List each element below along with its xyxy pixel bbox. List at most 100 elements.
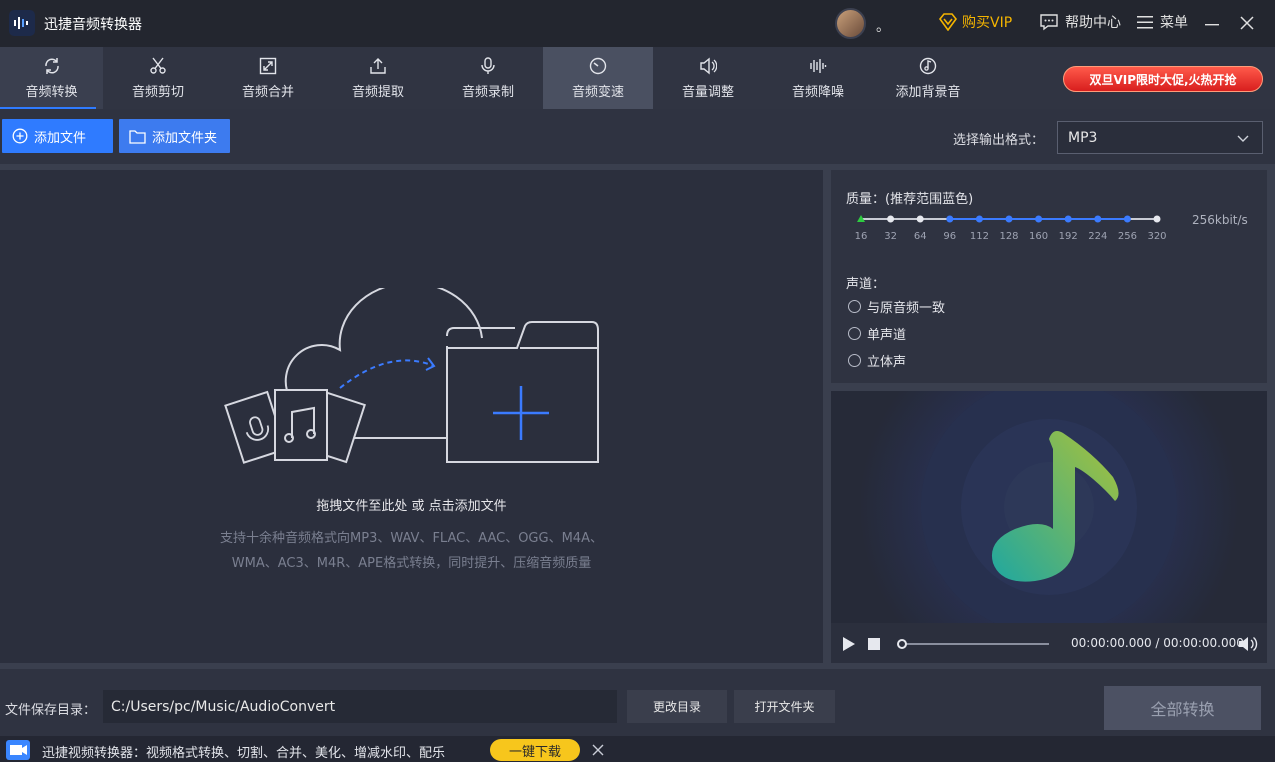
channel-option-mono[interactable]: 单声道	[848, 324, 906, 343]
radio-button[interactable]	[848, 300, 861, 313]
output-format-value: MP3	[1068, 129, 1098, 146]
help-chat-icon	[1040, 14, 1058, 31]
tab-volume-adjust[interactable]: 音量调整	[653, 47, 763, 109]
add-folder-button[interactable]: 添加文件夹	[119, 119, 230, 153]
tab-audio-speed[interactable]: 音频变速	[543, 47, 653, 109]
quality-tick-160[interactable]	[1035, 215, 1043, 223]
divider	[1267, 170, 1275, 663]
drop-zone-description: 支持十余种音频格式向MP3、WAV、FLAC、AAC、OGG、M4A、 WMA、…	[0, 526, 823, 576]
buy-vip-label: 购买VIP	[962, 15, 1013, 31]
tab-label: 音频录制	[461, 84, 514, 100]
hamburger-icon	[1137, 16, 1153, 29]
settings-panel: 质量：(推荐范围蓝色) 16 32 64 96 112 128 160 192 224 256 32…	[831, 170, 1267, 383]
add-folder-label: 添加文件夹	[152, 130, 218, 146]
quality-tick-label: 160	[1029, 231, 1048, 242]
quality-tick-label: 192	[1059, 231, 1078, 242]
help-center-button[interactable]: 帮助中心	[1039, 12, 1121, 32]
folder-icon	[129, 129, 146, 144]
app-title: 迅捷音频转换器	[44, 17, 142, 33]
menu-label: 菜单	[1160, 15, 1188, 31]
tab-audio-denoise[interactable]: 音频降噪	[763, 47, 873, 109]
save-directory-input[interactable]: C:/Users/pc/Music/AudioConvert	[103, 690, 617, 723]
scissors-icon	[150, 57, 166, 74]
quality-tick-label: 16	[855, 231, 868, 242]
quality-tick-128[interactable]	[1005, 215, 1013, 223]
quality-value: 256kbit/s	[1192, 213, 1248, 227]
tab-audio-cut[interactable]: 音频剪切	[103, 47, 213, 109]
volume-icon[interactable]	[1238, 635, 1258, 653]
file-drop-zone[interactable]: 拖拽文件至此处 或 点击添加文件 支持十余种音频格式向MP3、WAV、FLAC、…	[0, 170, 823, 663]
drop-zone-title: 拖拽文件至此处 或 点击添加文件	[316, 499, 507, 514]
radio-button[interactable]	[848, 327, 861, 340]
ad-text: 迅捷视频转换器：视频格式转换、切割、合并、美化、增减水印、配乐	[42, 746, 446, 761]
quality-tick-64[interactable]	[916, 215, 924, 223]
drop-zone-desc-line1: 支持十余种音频格式向MP3、WAV、FLAC、AAC、OGG、M4A、	[220, 531, 603, 546]
quality-tick-320[interactable]	[1153, 215, 1161, 223]
tab-add-background-music[interactable]: 添加背景音	[873, 47, 983, 109]
merge-icon	[259, 57, 277, 74]
stop-icon[interactable]	[868, 638, 880, 650]
tab-label: 添加背景音	[895, 84, 961, 100]
close-icon	[1240, 16, 1254, 30]
quality-tick-label: 128	[999, 231, 1018, 242]
channel-option-stereo[interactable]: 立体声	[848, 351, 906, 370]
help-center-label: 帮助中心	[1065, 15, 1121, 31]
output-format-select[interactable]: MP3	[1057, 121, 1263, 154]
radio-button[interactable]	[848, 354, 861, 367]
promo-text: 双旦VIP限时大促,火热开抢	[1089, 72, 1237, 87]
minimize-button[interactable]	[1201, 12, 1223, 34]
quality-tick-224[interactable]	[1094, 215, 1102, 223]
tab-label: 音频提取	[351, 84, 404, 100]
divider	[831, 383, 1267, 391]
tab-audio-convert[interactable]: 音频转换	[0, 47, 103, 109]
output-format-label: 选择输出格式：	[953, 133, 1045, 148]
channel-option-label: 与原音频一致	[867, 301, 946, 316]
convert-all-button[interactable]: 全部转换	[1104, 686, 1261, 730]
quality-tick-32[interactable]	[887, 215, 895, 223]
quality-tick-112[interactable]	[975, 215, 983, 223]
drop-zone-desc-line2: WMA、AC3、M4R、APE格式转换，同时提升、压缩音频质量	[231, 556, 592, 571]
buy-vip-button[interactable]: 购买VIP	[938, 12, 1012, 32]
ad-bar: 迅捷视频转换器：视频格式转换、切割、合并、美化、增减水印、配乐 一键下载	[0, 736, 1275, 762]
output-settings-bar: 文件保存目录： C:/Users/pc/Music/AudioConvert 更…	[0, 663, 1275, 736]
channel-option-original[interactable]: 与原音频一致	[848, 297, 945, 316]
change-directory-button[interactable]: 更改目录	[627, 690, 727, 723]
one-click-download-button[interactable]: 一键下载	[490, 739, 580, 761]
playback-time: 00:00:00.000 / 00:00:00.000	[1071, 636, 1244, 650]
quality-tick-label: 64	[914, 231, 927, 242]
music-disc-icon	[919, 57, 937, 74]
menu-button[interactable]: 菜单	[1136, 12, 1188, 32]
cloud-folder-illustration	[224, 288, 599, 464]
tab-label: 音频剪切	[131, 84, 184, 100]
vip-diamond-icon	[938, 13, 958, 31]
tab-audio-record[interactable]: 音频录制	[433, 47, 543, 109]
playback-progress-thumb[interactable]	[897, 639, 907, 649]
tab-label: 音频转换	[25, 84, 78, 100]
channel-option-label: 立体声	[867, 355, 907, 370]
play-icon[interactable]	[842, 636, 856, 652]
quality-tick-192[interactable]	[1064, 215, 1072, 223]
extract-icon	[370, 57, 386, 74]
music-note-artwork	[859, 391, 1239, 623]
tab-audio-merge[interactable]: 音频合并	[213, 47, 323, 109]
promo-banner[interactable]: 双旦VIP限时大促,火热开抢	[1063, 66, 1263, 92]
quality-slider[interactable]: 16 32 64 96 112 128 160 192 224 256 320	[851, 210, 1171, 244]
title-bar: 迅捷音频转换器 。 购买VIP 帮助中心 菜单	[0, 0, 1275, 47]
close-ad-icon[interactable]	[592, 744, 604, 756]
quality-label: 质量：(推荐范围蓝色)	[846, 192, 974, 207]
quality-tick-label: 256	[1118, 231, 1137, 242]
app-logo-icon	[9, 10, 35, 36]
tab-audio-extract[interactable]: 音频提取	[323, 47, 433, 109]
playback-progress-bar[interactable]	[898, 643, 1049, 645]
add-file-button[interactable]: 添加文件	[2, 119, 113, 153]
open-folder-button[interactable]: 打开文件夹	[734, 690, 835, 723]
quality-tick-96[interactable]	[946, 215, 954, 223]
player-controls: 00:00:00.000 / 00:00:00.000	[831, 623, 1267, 663]
close-button[interactable]	[1236, 12, 1258, 34]
quality-tick-256[interactable]	[1123, 215, 1131, 223]
tab-label: 音频降噪	[791, 84, 844, 100]
action-bar: 添加文件 添加文件夹 选择输出格式： MP3	[0, 109, 1275, 164]
user-avatar[interactable]	[835, 8, 866, 39]
chevron-down-icon	[1237, 135, 1249, 142]
plus-circle-icon	[12, 128, 28, 144]
